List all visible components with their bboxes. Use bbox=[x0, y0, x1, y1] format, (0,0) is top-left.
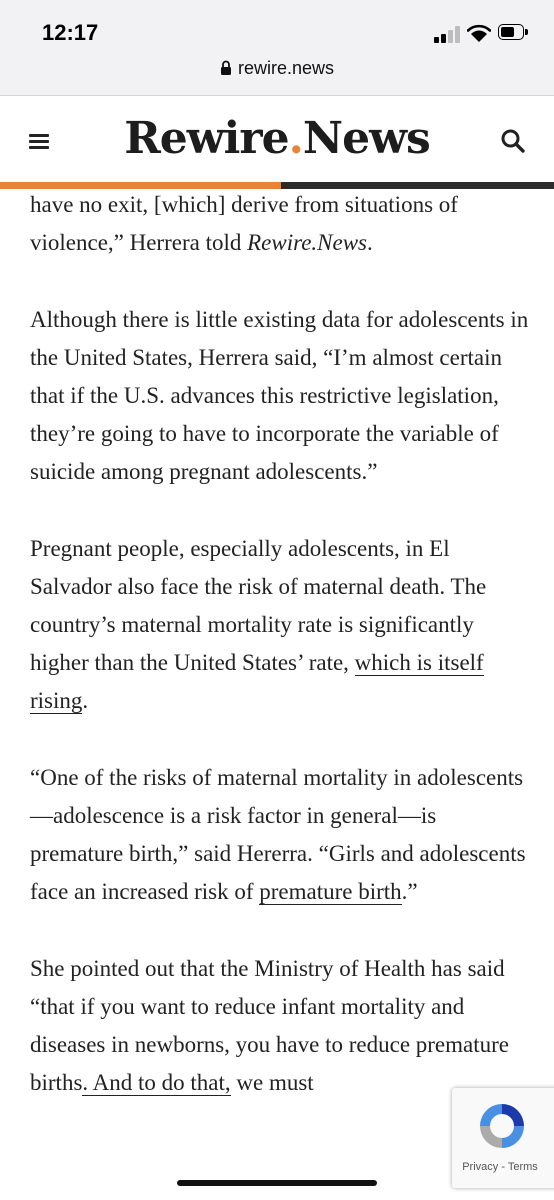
recaptcha-badge[interactable]: Privacy - Terms bbox=[452, 1088, 554, 1188]
clock: 12:17 bbox=[42, 20, 99, 45]
paragraph-3: Pregnant people, especially adolescents,… bbox=[30, 536, 487, 714]
battery-icon bbox=[498, 24, 530, 42]
link-premature-birth[interactable]: premature birth bbox=[259, 879, 402, 905]
home-indicator bbox=[177, 1180, 377, 1186]
link-premature-births[interactable]: . And to do that, bbox=[82, 1070, 231, 1096]
logo-dot: . bbox=[288, 113, 304, 164]
recaptcha-privacy-terms[interactable]: Privacy - Terms bbox=[452, 1161, 548, 1173]
logo-secondary: News bbox=[302, 113, 431, 164]
article-body: have no exit, [which] derive from situat… bbox=[30, 186, 530, 1141]
search-icon[interactable] bbox=[500, 128, 526, 154]
publication-name: Rewire.News bbox=[247, 230, 367, 255]
cellular-signal-icon bbox=[434, 25, 462, 43]
address-bar[interactable]: rewire.news bbox=[0, 58, 554, 79]
site-logo[interactable]: Rewire.News bbox=[0, 113, 554, 164]
url-text: rewire.news bbox=[237, 58, 335, 78]
paragraph-1: have no exit, [which] derive from situat… bbox=[30, 192, 458, 255]
paragraph-2: Although there is little existing data f… bbox=[30, 307, 529, 484]
logo-primary: Rewire bbox=[124, 113, 289, 164]
recaptcha-icon bbox=[480, 1104, 524, 1148]
lock-icon bbox=[220, 60, 231, 75]
wifi-icon bbox=[467, 24, 491, 42]
browser-status-bar: 12:17 rewire.news bbox=[0, 0, 554, 96]
site-header: Rewire.News bbox=[0, 96, 554, 190]
paragraph-4: “One of the risks of maternal mortality … bbox=[30, 765, 526, 905]
paragraph-5: She pointed out that the Ministry of Hea… bbox=[30, 956, 510, 1096]
